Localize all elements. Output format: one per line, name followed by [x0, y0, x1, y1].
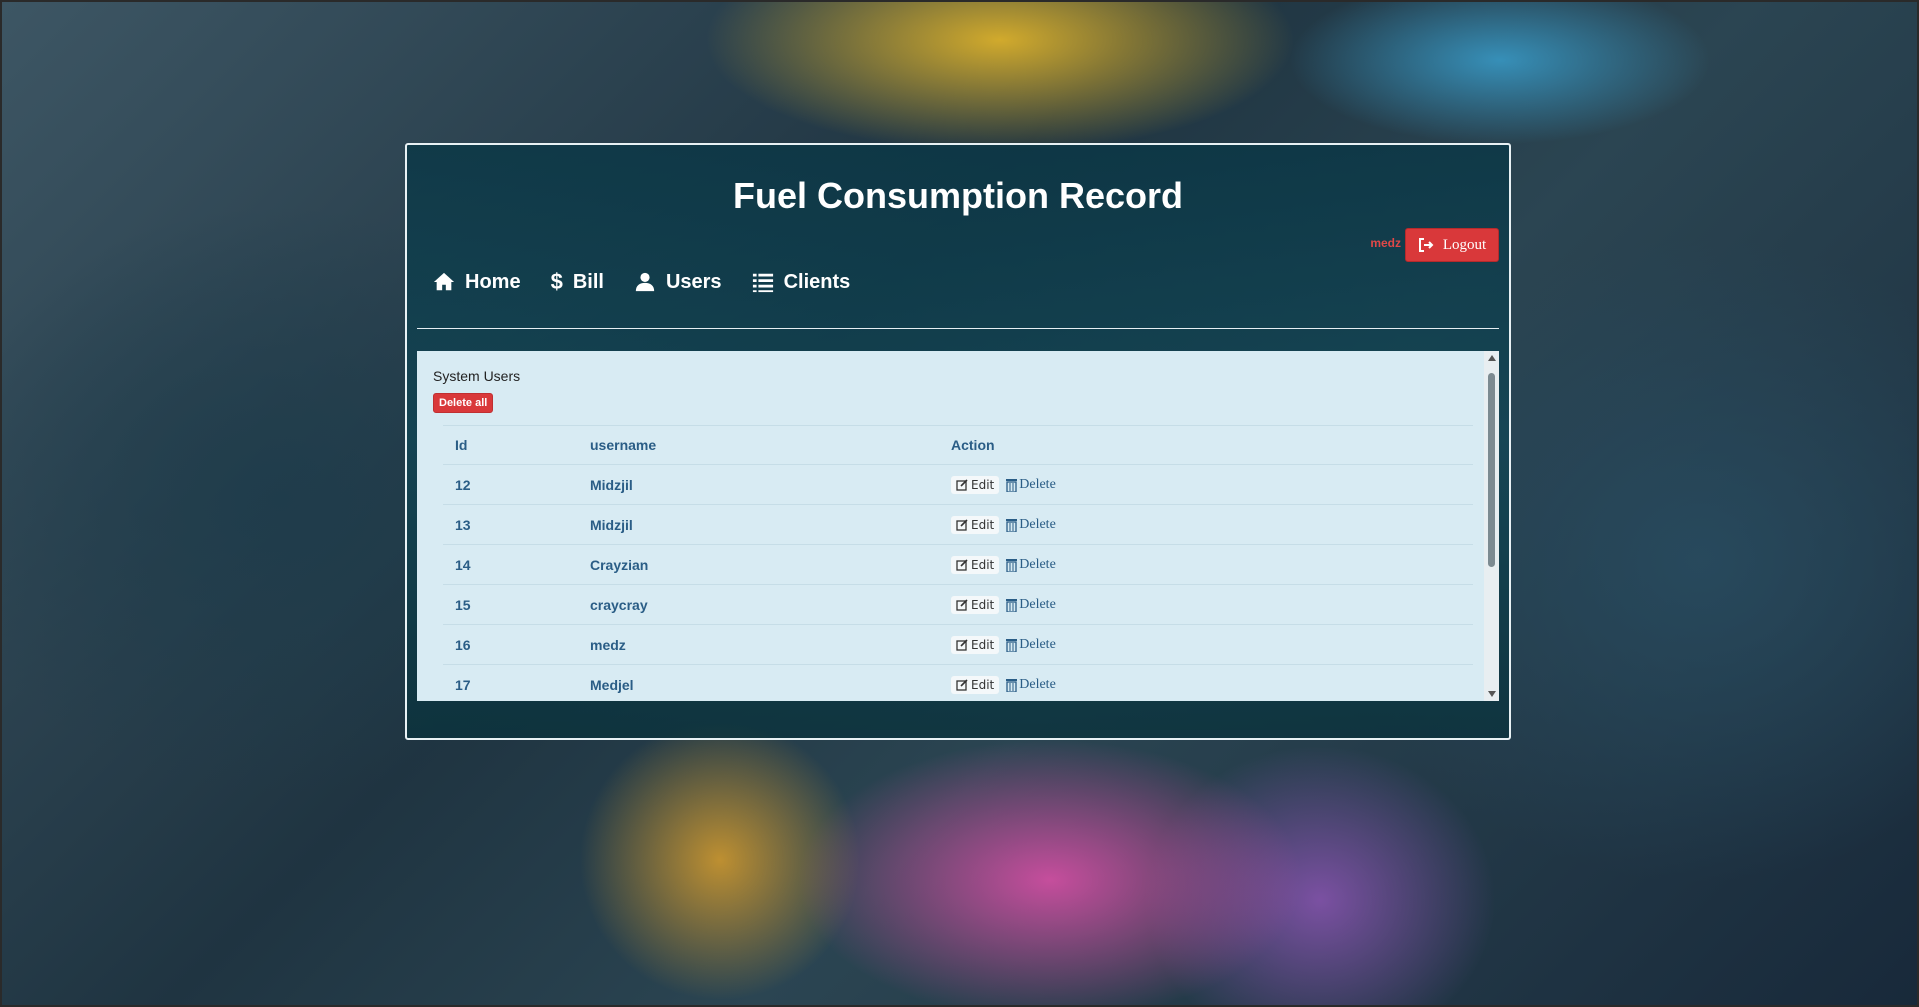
trash-icon: [1006, 638, 1018, 652]
nav-item-users[interactable]: Users: [634, 269, 722, 295]
edit-button[interactable]: Edit: [951, 555, 1000, 574]
nav-item-bill[interactable]: $ Bill: [551, 269, 604, 295]
user-id-cell: 14: [443, 544, 578, 585]
nav-home-label: Home: [465, 270, 521, 293]
user-id-cell: 16: [443, 624, 578, 665]
nav-clients-label: Clients: [783, 270, 851, 293]
table-body: 12 Midzjil Edit Delete 13 Midzjil Edit Delete 14…: [443, 464, 1473, 701]
main-panel: Fuel Consumption Record medz Logout Home…: [405, 143, 1511, 740]
action-cell: Edit Delete: [939, 664, 1473, 701]
nav-item-clients[interactable]: Clients: [752, 269, 851, 295]
table-header-row: Id username Action: [443, 425, 1473, 465]
action-cell: Edit Delete: [939, 584, 1473, 625]
column-header-action: Action: [939, 425, 1473, 465]
edit-label: Edit: [971, 517, 995, 532]
delete-link[interactable]: Delete: [1005, 637, 1056, 653]
edit-button[interactable]: Edit: [951, 595, 1000, 614]
users-table: Id username Action 12 Midzjil Edit Delete 13…: [443, 425, 1473, 701]
edit-button[interactable]: Edit: [951, 635, 1000, 654]
username-cell: craycray: [578, 584, 939, 625]
scroll-up-arrow-icon[interactable]: [1484, 351, 1499, 365]
user-id-cell: 12: [443, 464, 578, 505]
username-cell: medz: [578, 624, 939, 665]
delete-link[interactable]: Delete: [1005, 677, 1056, 693]
edit-label: Edit: [971, 677, 995, 692]
delete-label: Delete: [1019, 556, 1056, 572]
edit-button[interactable]: Edit: [951, 515, 1000, 534]
edit-icon: [956, 558, 968, 571]
logout-label: Logout: [1442, 236, 1487, 253]
action-cell: Edit Delete: [939, 624, 1473, 665]
section-title: System Users: [433, 368, 521, 384]
trash-icon: [1006, 678, 1018, 692]
action-cell: Edit Delete: [939, 504, 1473, 545]
nav-users-label: Users: [665, 270, 722, 293]
nav-bill-label: Bill: [572, 270, 604, 293]
page-title: Fuel Consumption Record: [733, 175, 1183, 216]
user-icon: [635, 272, 655, 292]
action-cell: Edit Delete: [939, 544, 1473, 585]
delete-link[interactable]: Delete: [1005, 477, 1056, 493]
delete-link[interactable]: Delete: [1005, 597, 1056, 613]
users-content-area: System Users Delete all Id username Acti…: [417, 351, 1499, 701]
username-cell: Midzjil: [578, 504, 939, 545]
delete-label: Delete: [1019, 516, 1056, 532]
vertical-scrollbar[interactable]: [1484, 351, 1499, 701]
edit-button[interactable]: Edit: [951, 475, 1000, 494]
delete-label: Delete: [1019, 476, 1056, 492]
home-icon: [433, 272, 455, 291]
edit-label: Edit: [971, 477, 995, 492]
main-nav: Home $ Bill Users Clients: [433, 269, 850, 295]
nav-item-home[interactable]: Home: [433, 269, 521, 295]
edit-icon: [956, 598, 968, 611]
delete-link[interactable]: Delete: [1005, 517, 1056, 533]
list-icon: [752, 273, 773, 293]
edit-icon: [956, 478, 968, 491]
edit-icon: [956, 638, 968, 651]
trash-icon: [1006, 478, 1018, 492]
trash-icon: [1006, 518, 1018, 532]
delete-label: Delete: [1019, 676, 1056, 692]
user-id-cell: 17: [443, 664, 578, 701]
delete-all-button[interactable]: Delete all: [433, 393, 494, 413]
username-cell: Medjel: [578, 664, 939, 701]
scroll-thumb[interactable]: [1488, 373, 1495, 567]
username-cell: Midzjil: [578, 464, 939, 505]
table-row: 13 Midzjil Edit Delete: [443, 504, 1473, 545]
current-user-label: medz: [1370, 236, 1401, 250]
edit-icon: [956, 678, 968, 691]
header-divider: [417, 328, 1499, 329]
trash-icon: [1006, 558, 1018, 572]
scroll-down-arrow-icon[interactable]: [1484, 687, 1499, 701]
delete-link[interactable]: Delete: [1005, 557, 1056, 573]
edit-icon: [956, 518, 968, 531]
delete-label: Delete: [1019, 596, 1056, 612]
column-header-username: username: [578, 425, 939, 465]
edit-label: Edit: [971, 597, 995, 612]
action-cell: Edit Delete: [939, 464, 1473, 505]
table-row: 14 Crayzian Edit Delete: [443, 544, 1473, 585]
table-row: 12 Midzjil Edit Delete: [443, 464, 1473, 505]
dollar-icon: $: [550, 269, 563, 294]
logout-icon: [1418, 238, 1434, 252]
user-id-cell: 13: [443, 504, 578, 545]
column-header-id: Id: [443, 425, 578, 465]
delete-label: Delete: [1019, 636, 1056, 652]
table-row: 15 craycray Edit Delete: [443, 584, 1473, 625]
table-row: 17 Medjel Edit Delete: [443, 664, 1473, 701]
edit-button[interactable]: Edit: [951, 675, 1000, 694]
table-row: 16 medz Edit Delete: [443, 624, 1473, 665]
trash-icon: [1006, 598, 1018, 612]
edit-label: Edit: [971, 557, 995, 572]
edit-label: Edit: [971, 637, 995, 652]
username-cell: Crayzian: [578, 544, 939, 585]
user-id-cell: 15: [443, 584, 578, 625]
logout-button[interactable]: Logout: [1405, 228, 1499, 262]
